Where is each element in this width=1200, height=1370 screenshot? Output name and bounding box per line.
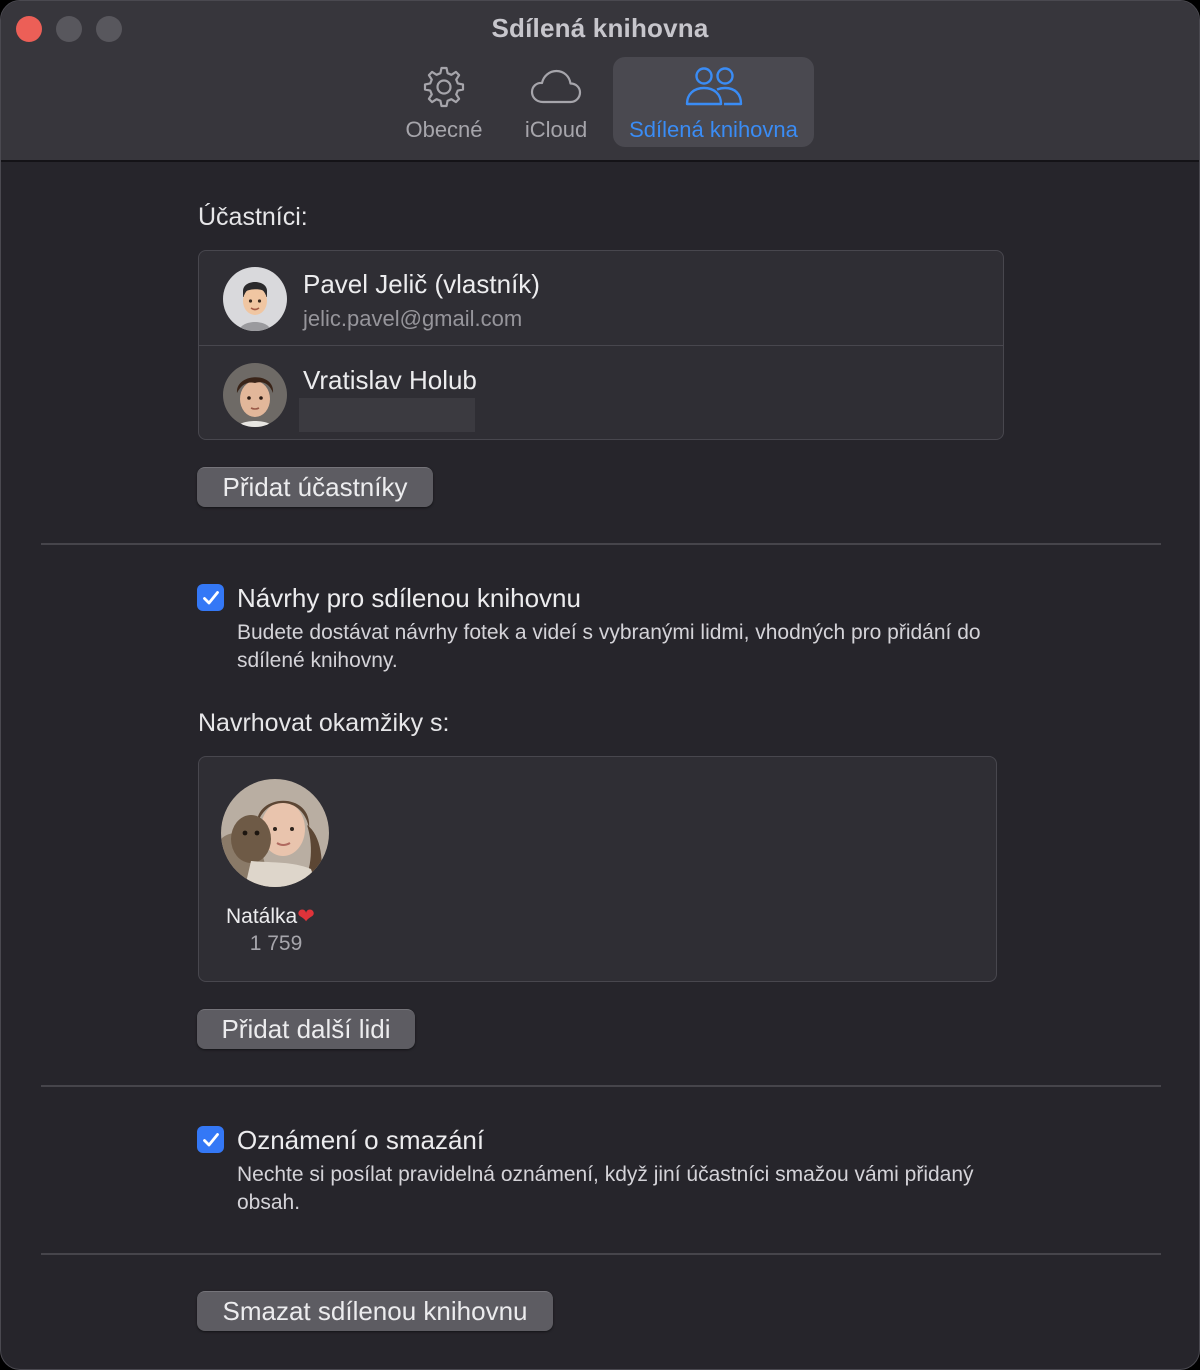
avatar <box>221 779 329 887</box>
divider <box>41 1085 1161 1087</box>
tab-shared-library[interactable]: Sdílená knihovna <box>613 57 814 147</box>
suggestions-description: Budete dostávat návrhy fotek a videí s v… <box>237 621 981 672</box>
tab-icloud[interactable]: iCloud <box>509 57 603 147</box>
participant-email: jelic.pavel@gmail.com <box>303 306 523 331</box>
tab-icloud-label: iCloud <box>524 117 588 142</box>
participant-name: Pavel Jelič (vlastník) <box>303 269 540 299</box>
participants-list: Pavel Jelič (vlastník) jelic.pavel@gmail… <box>198 250 1004 440</box>
divider <box>41 1253 1161 1255</box>
toolbar: Sdílená knihovna Obecné iCloud Sdílená k… <box>1 1 1199 162</box>
add-participants-button[interactable]: Přidat účastníky <box>197 467 433 507</box>
delete-shared-library-button[interactable]: Smazat sdílenou knihovnu <box>197 1291 553 1331</box>
participant-name: Vratislav Holub <box>303 365 477 395</box>
divider <box>41 543 1161 545</box>
deletion-notifications-description: Nechte si posílat pravidelná oznámení, k… <box>237 1163 974 1214</box>
window-title: Sdílená knihovna <box>491 13 709 43</box>
avatar <box>223 267 287 331</box>
person-name: Natálka❤ <box>226 905 315 928</box>
tab-general[interactable]: Obecné <box>393 57 495 147</box>
preferences-window: Sdílená knihovna Obecné iCloud Sdílená k… <box>0 0 1200 1370</box>
person-photo-count: 1 759 <box>249 932 303 955</box>
participant-row[interactable]: Pavel Jelič (vlastník) jelic.pavel@gmail… <box>199 251 1003 346</box>
people-icon <box>684 63 744 111</box>
add-more-people-button[interactable]: Přidat další lidi <box>197 1009 415 1049</box>
moments-people-list: Natálka❤ 1 759 <box>198 756 997 982</box>
redacted-email <box>299 398 475 432</box>
participant-row[interactable]: Vratislav Holub <box>199 347 1003 442</box>
avatar <box>223 363 287 427</box>
checkmark-icon <box>202 1132 219 1146</box>
moments-heading: Navrhovat okamžiky s: <box>198 709 450 737</box>
participants-heading: Účastníci: <box>198 203 308 231</box>
gear-icon <box>422 63 466 111</box>
deletion-notifications-label[interactable]: Oznámení o smazání <box>237 1125 484 1156</box>
deletion-notifications-checkbox[interactable] <box>197 1126 224 1153</box>
suggestions-checkbox[interactable] <box>197 584 224 611</box>
cloud-icon <box>529 63 583 111</box>
suggestions-label[interactable]: Návrhy pro sdílenou knihovnu <box>237 583 581 614</box>
checkmark-icon <box>202 590 219 604</box>
tab-general-label: Obecné <box>405 117 483 142</box>
tab-shared-library-label: Sdílená knihovna <box>629 117 798 142</box>
heart-icon: ❤ <box>297 905 315 928</box>
